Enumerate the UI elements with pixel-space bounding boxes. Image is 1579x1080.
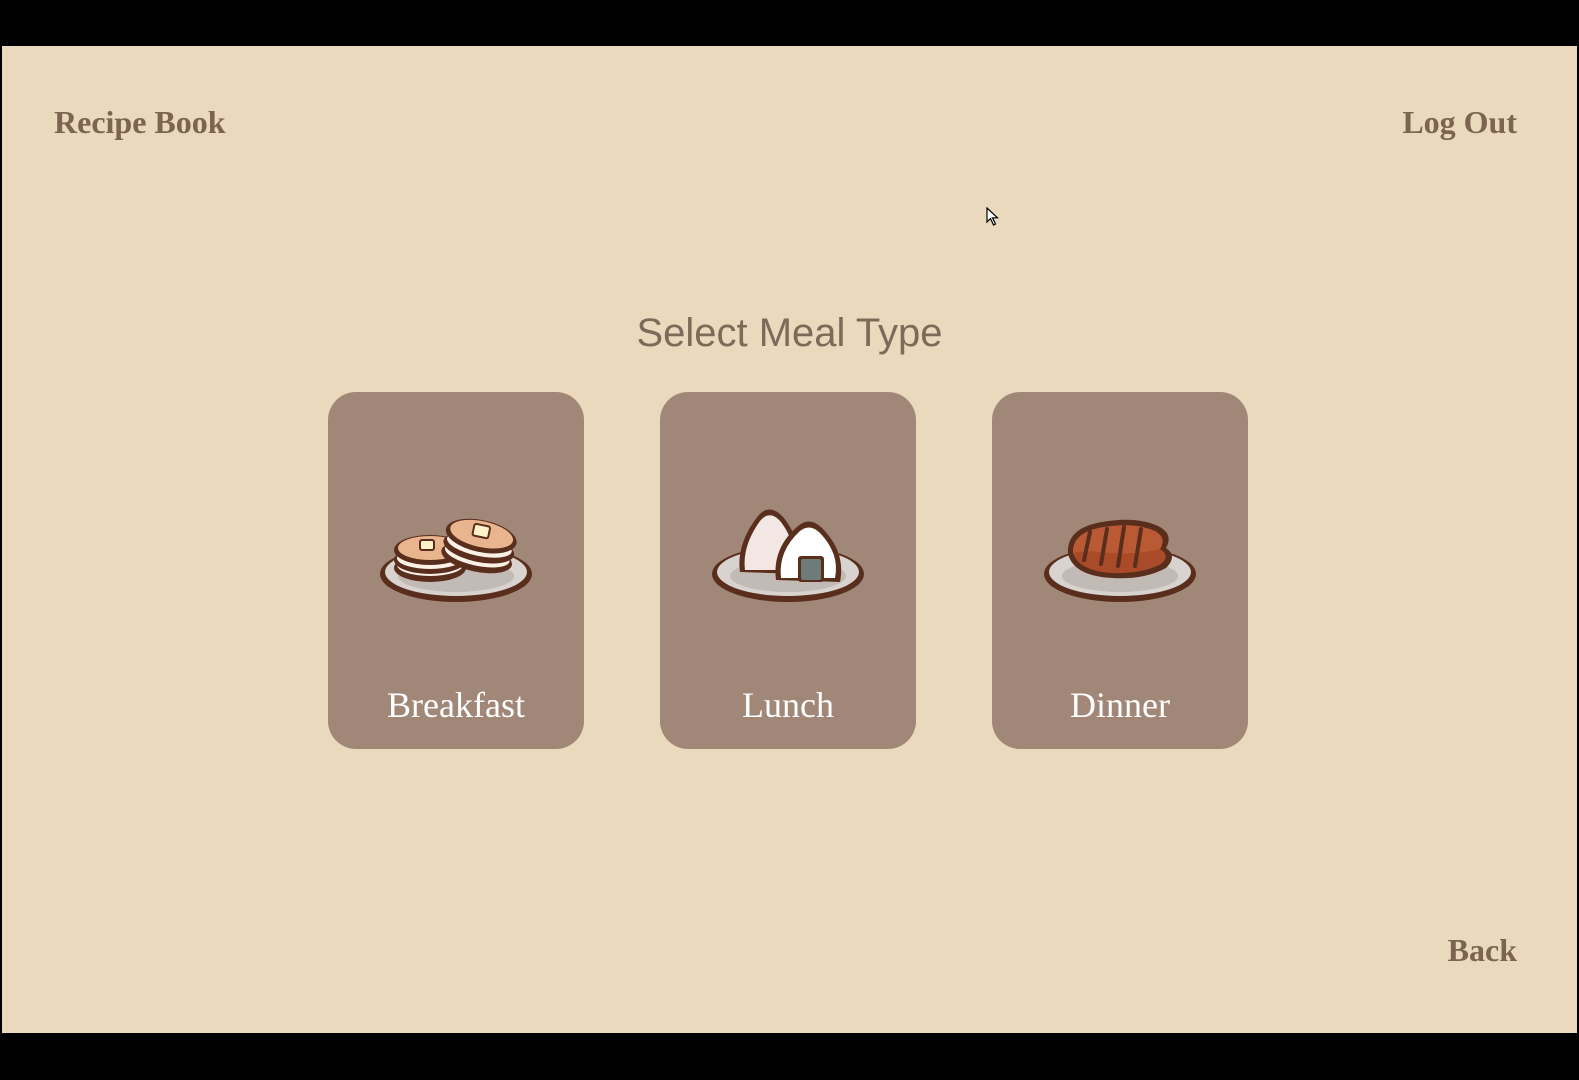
onigiri-icon xyxy=(712,509,864,602)
logout-button[interactable]: Log Out xyxy=(1402,104,1517,141)
meal-card-dinner[interactable]: Dinner xyxy=(992,392,1248,749)
meal-card-label: Dinner xyxy=(1070,685,1170,725)
steak-icon xyxy=(1044,519,1196,602)
page-title: Select Meal Type xyxy=(636,311,943,355)
meal-card-label: Breakfast xyxy=(387,685,525,725)
back-button[interactable]: Back xyxy=(1448,932,1517,969)
brand-title[interactable]: Recipe Book xyxy=(54,104,226,141)
app-screen: Recipe Book Log Out Select Meal Type Bre… xyxy=(2,46,1577,1033)
pancakes-icon xyxy=(380,518,532,602)
meal-card-breakfast[interactable]: Breakfast xyxy=(328,392,584,749)
meal-card-lunch[interactable]: Lunch xyxy=(660,392,916,749)
mouse-cursor-icon xyxy=(986,207,1000,226)
meal-card-label: Lunch xyxy=(742,685,834,725)
window-frame: Recipe Book Log Out Select Meal Type Bre… xyxy=(0,0,1579,1080)
